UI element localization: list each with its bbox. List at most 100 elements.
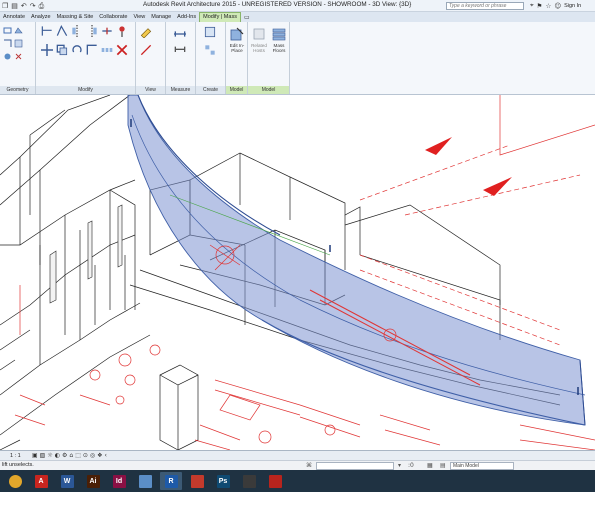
reveal-hidden-icon[interactable]: ◎ (90, 452, 95, 459)
ribbon: Geometry Modify View Measure Create Edit… (0, 22, 595, 95)
tab-analyze[interactable]: Analyze (28, 13, 54, 22)
delete-icon[interactable] (116, 44, 128, 56)
quick-access-toolbar: ❐ ▤ ↶ ↷ ⎙ (0, 1, 44, 11)
lock-view-icon[interactable]: ⌂ (69, 452, 73, 459)
panel-title-measure: Measure (166, 86, 195, 94)
tab-collaborate[interactable]: Collaborate (96, 13, 130, 22)
subscription-icon[interactable]: ⚑ (537, 2, 543, 10)
collapse-arrow-icon[interactable]: ‹ (105, 452, 107, 459)
array-icon[interactable] (101, 44, 113, 56)
remove-paint-icon[interactable] (14, 52, 23, 61)
cut-geometry-icon[interactable] (3, 26, 12, 35)
edit-in-place-icon (229, 26, 245, 42)
view-scale[interactable]: 1 : 1 (0, 453, 32, 459)
undo-icon[interactable]: ↶ (21, 1, 27, 11)
editable-only-icon[interactable]: ▾ (398, 462, 401, 469)
crop-view-icon[interactable]: ⬚ (75, 452, 81, 459)
3d-view-canvas[interactable] (0, 95, 595, 450)
user-icon[interactable]: ☺ (554, 2, 561, 10)
redo-icon[interactable]: ↷ (30, 1, 36, 11)
paint-icon[interactable] (134, 472, 156, 490)
section-arrows (425, 137, 512, 196)
title-bar: ❐ ▤ ↶ ↷ ⎙ Autodesk Revit Architecture 20… (0, 0, 595, 12)
word-icon[interactable]: W (56, 472, 78, 490)
edit-in-place-button[interactable]: Edit In-Place (227, 26, 247, 53)
workset-icon[interactable]: ⌘ (306, 462, 312, 469)
main-model-selector[interactable]: Main Model (450, 462, 514, 470)
sketchup-icon[interactable] (186, 472, 208, 490)
mass-floors-button[interactable]: Mass Floors (269, 26, 289, 53)
analytical-model-icon[interactable]: ❖ (97, 452, 102, 459)
join-geometry-icon[interactable] (14, 26, 23, 35)
photoshop-label: Ps (218, 477, 228, 485)
mirror-draw-icon[interactable] (86, 25, 98, 37)
revit-icon[interactable]: R (160, 472, 182, 490)
save-icon[interactable]: ▤ (11, 1, 18, 11)
desktop-background (0, 492, 595, 516)
workset-selector[interactable] (316, 462, 394, 470)
acrobat-icon[interactable]: A (30, 472, 52, 490)
status-bar: lift unselects. ⌘ ▾ :0 ▦ ▤ Main Model (0, 460, 595, 470)
panel-measure: Measure (166, 22, 196, 94)
tab-view[interactable]: View (130, 13, 148, 22)
mirror-axis-icon[interactable] (71, 25, 83, 37)
chrome-icon[interactable] (4, 472, 26, 490)
split-icon[interactable] (101, 25, 113, 37)
tab-modify-mass[interactable]: Modify | Mass (199, 12, 241, 22)
tab-manage[interactable]: Manage (148, 13, 174, 22)
trim-icon[interactable] (86, 44, 98, 56)
help-search-input[interactable]: Type a keyword or phrase (446, 2, 524, 10)
word-label: W (63, 477, 71, 485)
panel-geometry: Geometry (0, 22, 36, 94)
detail-level-icon[interactable]: ▣ (32, 452, 38, 459)
create-group-icon[interactable] (204, 44, 216, 56)
tab-add-ins[interactable]: Add-Ins (174, 13, 199, 22)
star-icon[interactable]: ☆ (546, 2, 552, 10)
indesign-icon[interactable]: Id (108, 472, 130, 490)
panel-create: Create (196, 22, 226, 94)
sign-in-link[interactable]: Sign In (564, 3, 581, 9)
panel-title-view: View (136, 86, 165, 94)
visual-style-icon[interactable]: ▧ (40, 452, 46, 459)
design-option-icon[interactable]: ▤ (440, 462, 446, 469)
measure-icon[interactable] (174, 26, 186, 38)
related-hosts-button[interactable]: Related Hosts (249, 26, 269, 53)
shadows-icon[interactable]: ◐ (55, 452, 60, 459)
override-graphics-icon[interactable] (140, 26, 152, 38)
print-icon[interactable]: ⎙ (39, 1, 45, 11)
offset-icon[interactable] (56, 25, 68, 37)
edit-in-place-label: Edit In-Place (229, 43, 245, 53)
panel-title-model-right: Model (248, 86, 289, 94)
temporary-hide-icon[interactable]: ⊙ (83, 452, 88, 459)
ribbon-minimize-icon[interactable]: ▭ (241, 13, 253, 22)
related-hosts-label: Related Hosts (251, 43, 267, 53)
create-assembly-icon[interactable] (204, 26, 216, 38)
acrobat-reader-icon[interactable] (264, 472, 286, 490)
tab-annotate[interactable]: Annotate (0, 13, 28, 22)
acrobat-label: A (38, 477, 44, 485)
related-hosts-icon (251, 26, 267, 42)
illustrator-icon[interactable]: Ai (82, 472, 104, 490)
align-icon[interactable] (41, 25, 53, 37)
rotate-icon[interactable] (71, 44, 83, 56)
render-icon[interactable]: ⚙ (62, 452, 67, 459)
split-face-icon[interactable] (14, 39, 23, 48)
pin-icon[interactable] (116, 25, 128, 37)
tab-massing-site[interactable]: Massing & Site (54, 13, 97, 22)
linework-icon[interactable] (140, 44, 152, 56)
ribbon-tabs: Annotate Analyze Massing & Site Collabor… (0, 12, 595, 22)
indesign-label: Id (115, 477, 123, 485)
dimension-icon[interactable] (174, 44, 186, 56)
wall-joins-icon[interactable] (3, 39, 12, 48)
design-options-icon[interactable]: ▦ (427, 462, 433, 469)
gimp-icon[interactable] (238, 472, 260, 490)
paint-icon[interactable] (3, 52, 12, 61)
sun-path-icon[interactable]: ☼ (47, 452, 52, 459)
move-icon[interactable] (41, 44, 53, 56)
binoculars-icon[interactable]: ⌖ (530, 1, 534, 10)
open-icon[interactable]: ❐ (2, 1, 8, 11)
door-panels (49, 204, 123, 304)
illustrator-label: Ai (89, 477, 97, 485)
copy-icon[interactable] (56, 44, 68, 56)
photoshop-icon[interactable]: Ps (212, 472, 234, 490)
